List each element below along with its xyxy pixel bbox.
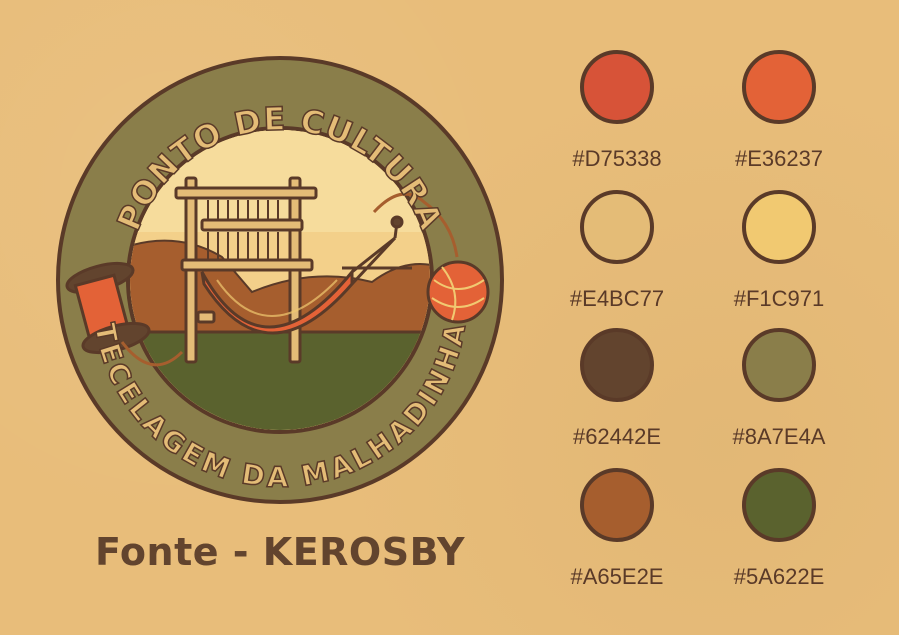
swatch-circle [580,468,654,542]
color-palette: #D75338 #E36237 #E4BC77 #F1C971 #62442E … [540,50,870,600]
swatch-7: #A65E2E [540,468,700,598]
swatch-hex: #A65E2E [570,564,664,589]
yarn-ball-icon [426,260,490,324]
font-caption: Fonte - KEROSBY [95,530,465,574]
swatch-circle [742,190,816,264]
swatch-5: #62442E [540,328,700,458]
swatch-circle [580,328,654,402]
swatch-hex: #E4BC77 [569,286,665,311]
swatch-2: #E36237 [702,50,862,180]
swatch-8: #5A622E [702,468,862,598]
swatch-hex: #E36237 [734,146,824,171]
swatch-6: #8A7E4A [702,328,862,458]
swatch-hex: #D75338 [572,146,662,171]
swatch-1: #D75338 [540,50,700,180]
swatch-circle [580,50,654,124]
swatch-circle [580,190,654,264]
swatch-circle [742,328,816,402]
swatch-hex: #F1C971 [733,286,825,311]
swatch-hex: #62442E [572,424,662,449]
swatch-hex: #8A7E4A [732,424,826,449]
swatch-hex: #5A622E [733,564,825,589]
emblem-logo: PONTO DE CULTURA TECELAGEM DA MALHADINHA [56,56,504,504]
swatch-3: #E4BC77 [540,190,700,320]
swatch-circle [742,468,816,542]
swatch-circle [742,50,816,124]
swatch-4: #F1C971 [702,190,862,320]
